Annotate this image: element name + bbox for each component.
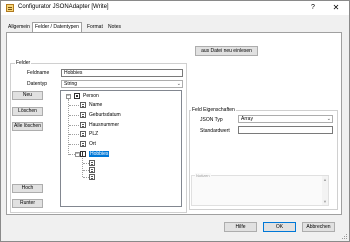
help-button[interactable]: Hilfe [224, 222, 257, 232]
field-icon [89, 174, 95, 180]
default-value-input[interactable] [238, 126, 333, 134]
move-down-button[interactable]: Runter [12, 199, 43, 208]
tab-format[interactable]: Format [85, 23, 105, 32]
tree-connector [69, 144, 79, 145]
scroll-down-icon[interactable]: ▼ [323, 199, 327, 204]
json-type-value: Array [241, 116, 253, 122]
tree-node[interactable]: Geburtsdatum [80, 112, 121, 119]
field-icon [89, 160, 95, 166]
tree-node-label: Ort [89, 141, 96, 147]
tree-node[interactable]: PLZ [80, 131, 98, 138]
tab-notes[interactable]: Notes [106, 23, 123, 32]
chevron-down-icon: ⌄ [326, 116, 331, 122]
tree-node-label: Hausnummer [89, 122, 120, 128]
notes-scrollbar[interactable]: ▲ ▼ [322, 176, 328, 205]
delete-all-button[interactable]: Alle löschen [12, 122, 43, 131]
tree-node[interactable]: Ort [80, 141, 96, 148]
notes-label: Notizen [195, 173, 211, 178]
import-from-file-button[interactable]: aus Datei neu einlesen [195, 46, 258, 56]
tree-node-array-item[interactable] [89, 160, 98, 167]
properties-group-label: Feld Eigenschaften [191, 107, 236, 113]
tree-node-selected[interactable]: Hobbies [80, 151, 110, 158]
field-icon [80, 131, 86, 137]
ok-button[interactable]: OK [263, 222, 296, 232]
tree-node[interactable]: Hausnummer [80, 122, 119, 129]
tree-node-array-item[interactable] [89, 167, 98, 174]
close-icon[interactable]: ✕ [327, 2, 345, 14]
tree-node-label: Geburtsdatum [89, 112, 121, 118]
new-button[interactable]: Neu [12, 91, 43, 100]
configurator-window: Configurator JSONAdapter [Write] ? ✕ All… [0, 0, 350, 242]
field-tree[interactable]: − Person Name Geburtsdatum Hausnummer PL… [60, 90, 182, 207]
collapse-icon[interactable]: − [66, 94, 71, 99]
cancel-button[interactable]: Abbrechen [302, 222, 335, 232]
felder-group-label: Felder [15, 60, 32, 66]
tab-felder-datentypen[interactable]: Felder / Datentypen [32, 22, 82, 32]
chevron-down-icon: ⌄ [176, 81, 181, 87]
tree-connector [69, 134, 79, 135]
tab-allgemein[interactable]: Allgemein [6, 23, 32, 32]
field-icon [80, 141, 86, 147]
notes-textarea[interactable]: Notizen ▲ ▼ [191, 173, 329, 206]
field-icon [89, 167, 95, 173]
fieldname-label: Feldname [27, 70, 50, 76]
field-icon [80, 102, 86, 108]
fieldname-input[interactable]: Hobbies [61, 69, 183, 77]
array-icon [80, 151, 86, 157]
tree-node-label: PLZ [89, 131, 99, 137]
title-bar: Configurator JSONAdapter [Write] ? ✕ [1, 1, 349, 15]
tree-node[interactable]: Name [80, 102, 102, 109]
default-value-label: Standardwert [200, 128, 230, 134]
resize-grip-icon[interactable] [342, 234, 347, 239]
json-type-select[interactable]: Array ⌄ [238, 115, 333, 123]
datatype-select[interactable]: String ⌄ [61, 80, 183, 88]
tree-node-label: Person [83, 93, 99, 99]
tree-connector [69, 125, 79, 126]
object-icon [74, 93, 80, 99]
move-up-button[interactable]: Hoch [12, 184, 43, 193]
tree-node-label: Name [89, 102, 103, 108]
json-type-label: JSON Typ [200, 117, 223, 123]
tree-node-array-item[interactable] [89, 174, 98, 181]
datatype-label: Datentyp [27, 81, 48, 87]
tree-connector [69, 105, 79, 106]
app-icon [6, 4, 14, 12]
delete-button[interactable]: Löschen [12, 107, 43, 116]
datatype-value: String [64, 81, 78, 87]
window-title: Configurator JSONAdapter [Write] [18, 4, 109, 10]
scroll-up-icon[interactable]: ▲ [323, 177, 327, 182]
field-icon [80, 112, 86, 118]
tree-node-root[interactable]: Person [74, 93, 99, 100]
tree-connector [68, 99, 69, 155]
field-icon [80, 122, 86, 128]
tree-connector [69, 115, 79, 116]
tree-node-label: Hobbies [89, 151, 110, 157]
tree-connector [82, 155, 83, 177]
help-icon[interactable]: ? [304, 2, 322, 14]
